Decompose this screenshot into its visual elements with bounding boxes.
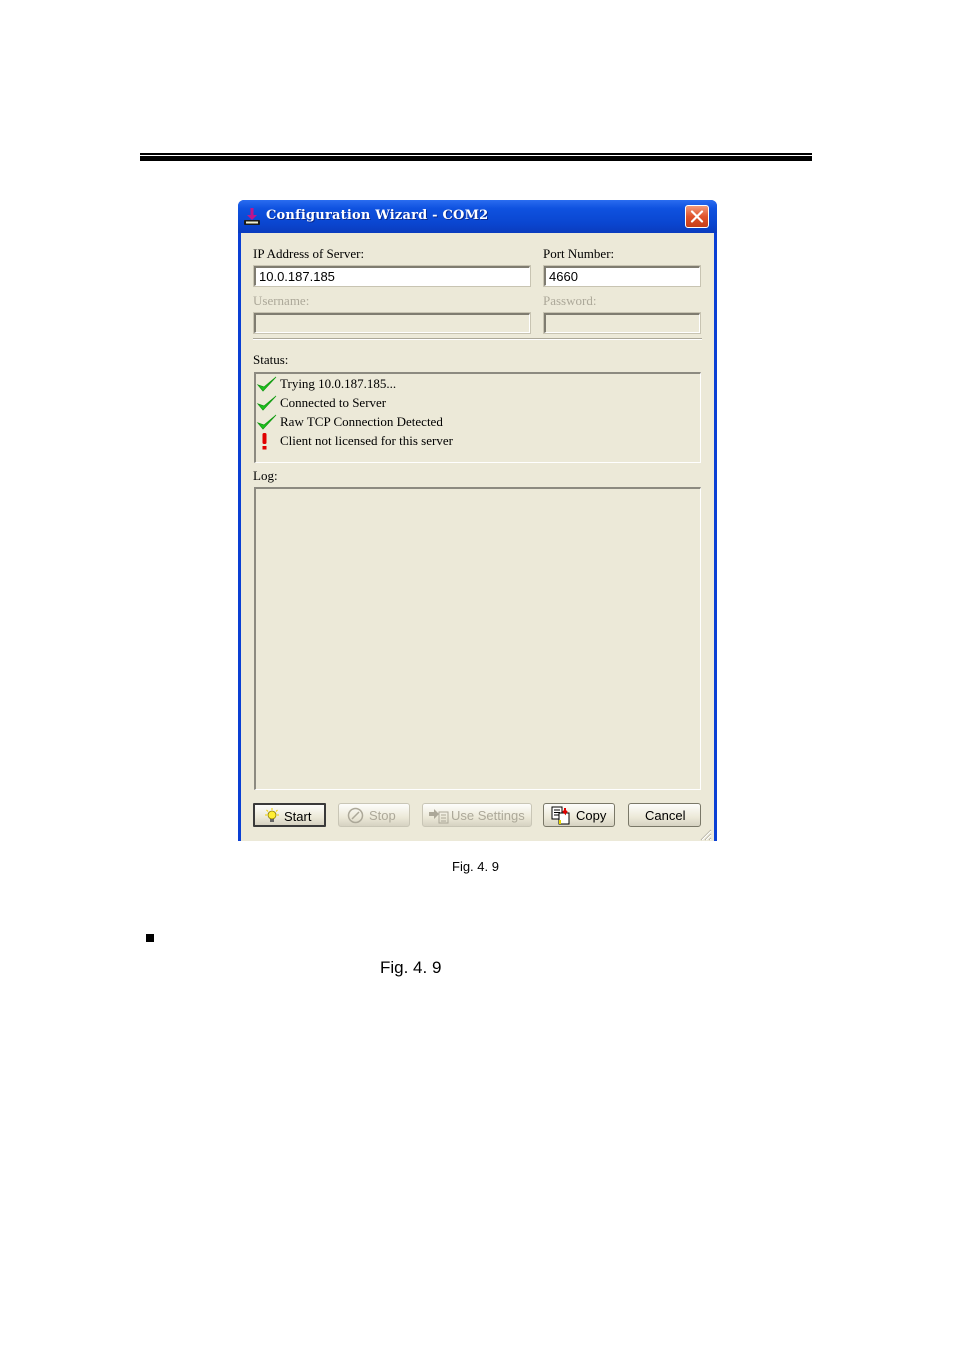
status-text: Client not licensed for this server (280, 433, 453, 448)
ip-address-input[interactable]: 10.0.187.185 (253, 265, 531, 287)
dialog-client-area: IP Address of Server: 10.0.187.185 Port … (241, 233, 714, 841)
start-button[interactable]: Start (253, 803, 326, 827)
status-text: Trying 10.0.187.185... (280, 376, 397, 391)
header-rule-thin (140, 153, 812, 155)
stop-button[interactable]: Stop (338, 803, 410, 827)
bullet-icon (146, 934, 154, 942)
lightbulb-icon (265, 808, 279, 822)
exclamation-icon (262, 433, 267, 450)
status-text: Raw TCP Connection Detected (280, 414, 443, 429)
log-label: Log: (253, 468, 278, 483)
configuration-wizard-window: Configuration Wizard - COM2 IP Address o… (238, 200, 717, 841)
status-panel: Trying 10.0.187.185... Connected to Serv… (254, 372, 701, 463)
printer-download-icon (244, 208, 260, 225)
username-input[interactable] (253, 312, 531, 334)
figure-caption: Fig. 4. 9 (452, 859, 499, 874)
body-figure-reference: Fig. 4. 9 (380, 958, 442, 977)
window-title: Configuration Wizard - COM2 (266, 208, 489, 223)
close-icon (690, 210, 704, 223)
cancel-button[interactable]: Cancel (628, 803, 701, 827)
use-settings-button-label: Use Settings (451, 808, 525, 823)
copy-icon (551, 806, 570, 825)
check-icon (256, 414, 277, 430)
use-settings-button[interactable]: Use Settings (422, 803, 532, 827)
stop-button-label: Stop (369, 808, 396, 823)
stop-icon (347, 807, 364, 824)
status-label: Status: (253, 352, 289, 367)
copy-button-label: Copy (576, 808, 607, 823)
title-bar[interactable]: Configuration Wizard - COM2 (238, 200, 717, 233)
port-number-label: Port Number: (543, 246, 615, 261)
password-input[interactable] (543, 312, 701, 334)
cancel-button-label: Cancel (645, 808, 686, 823)
username-label: Username: (253, 293, 310, 308)
status-text: Connected to Server (280, 395, 387, 410)
resize-grip-icon[interactable] (698, 827, 712, 841)
close-button[interactable] (685, 205, 709, 228)
header-rule-thick (140, 156, 812, 161)
start-button-label: Start (284, 809, 312, 824)
use-settings-icon (429, 809, 449, 824)
port-number-input[interactable]: 4660 (543, 265, 701, 287)
check-icon (256, 376, 277, 392)
ip-address-label: IP Address of Server: (253, 246, 365, 261)
copy-button[interactable]: Copy (543, 803, 615, 827)
separator (253, 338, 702, 340)
password-label: Password: (543, 293, 597, 308)
log-textarea[interactable] (254, 487, 701, 790)
check-icon (256, 395, 277, 411)
